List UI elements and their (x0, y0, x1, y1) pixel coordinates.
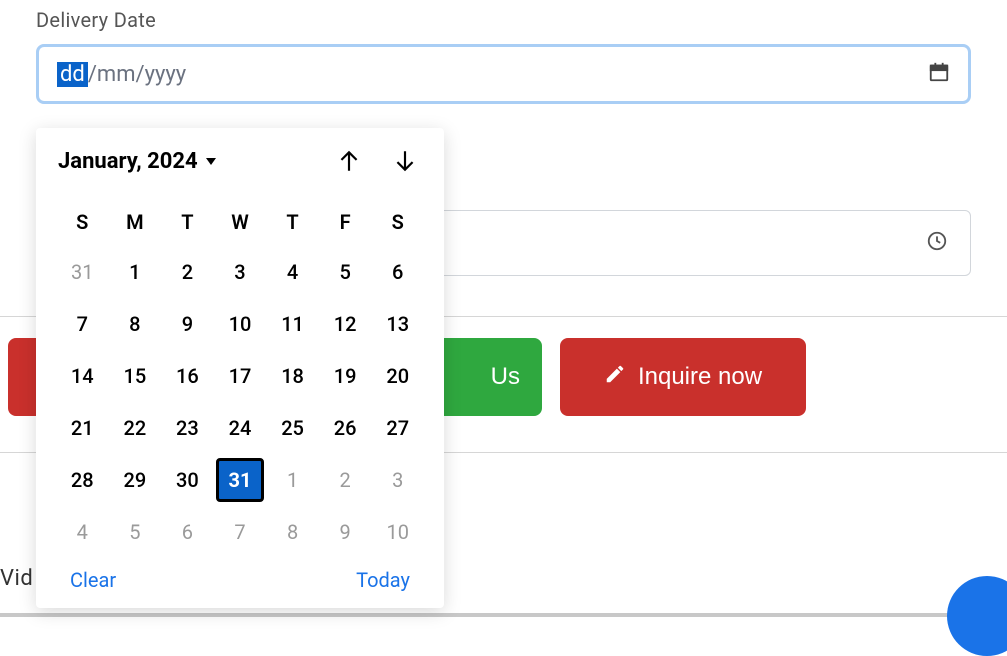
edit-icon (604, 363, 626, 392)
day-cell[interactable]: 28 (56, 454, 109, 506)
day-cell[interactable]: 25 (266, 402, 319, 454)
day-cell[interactable]: 31 (56, 246, 109, 298)
floating-action-button[interactable] (947, 576, 1007, 656)
day-cell[interactable]: 3 (371, 454, 424, 506)
day-cell[interactable]: 17 (214, 350, 267, 402)
day-cell[interactable]: 5 (319, 246, 372, 298)
day-cell[interactable]: 24 (214, 402, 267, 454)
day-cell[interactable]: 5 (109, 506, 162, 558)
day-cell[interactable]: 1 (109, 246, 162, 298)
day-cell[interactable]: 10 (214, 298, 267, 350)
day-cell[interactable]: 6 (161, 506, 214, 558)
today-button[interactable]: Today (356, 568, 410, 592)
inquire-now-button[interactable]: Inquire now (560, 338, 806, 416)
day-cell[interactable]: 30 (161, 454, 214, 506)
day-cell[interactable]: 11 (266, 298, 319, 350)
day-cell[interactable]: 19 (319, 350, 372, 402)
delivery-date-label: Delivery Date (36, 8, 971, 32)
day-cell[interactable]: 2 (319, 454, 372, 506)
clear-button[interactable]: Clear (70, 568, 116, 592)
day-cell[interactable]: 29 (109, 454, 162, 506)
day-cell[interactable]: 15 (109, 350, 162, 402)
day-cell[interactable]: 3 (214, 246, 267, 298)
day-cell[interactable]: 7 (56, 298, 109, 350)
delivery-date-input[interactable]: dd/mm/yyyy (36, 44, 971, 104)
next-month-button[interactable] (392, 148, 418, 174)
day-cell[interactable]: 8 (266, 506, 319, 558)
day-cell[interactable]: 26 (319, 402, 372, 454)
month-year-selector[interactable]: January, 2024 (58, 149, 216, 174)
day-cell[interactable]: 21 (56, 402, 109, 454)
day-cell[interactable]: 22 (109, 402, 162, 454)
calendar-icon[interactable] (928, 61, 950, 87)
clock-icon[interactable] (926, 230, 948, 256)
day-header: M (109, 204, 162, 240)
day-cell[interactable]: 23 (161, 402, 214, 454)
day-cell[interactable]: 20 (371, 350, 424, 402)
day-cell[interactable]: 9 (319, 506, 372, 558)
bottom-bar (0, 613, 1007, 617)
partial-heading: Vid (0, 566, 33, 591)
day-cell[interactable]: 4 (56, 506, 109, 558)
day-cell[interactable]: 6 (371, 246, 424, 298)
day-cell[interactable]: 12 (319, 298, 372, 350)
day-cell[interactable]: 1 (266, 454, 319, 506)
date-mm-segment[interactable]: mm (97, 62, 136, 87)
day-cell[interactable]: 27 (371, 402, 424, 454)
day-cell[interactable]: 2 (161, 246, 214, 298)
day-cell[interactable]: 7 (214, 506, 267, 558)
date-yyyy-segment[interactable]: yyyy (145, 62, 187, 87)
day-cell[interactable]: 9 (161, 298, 214, 350)
date-picker-popup: January, 2024 SMTWTFS 311234567891011121… (36, 128, 444, 608)
date-dd-segment[interactable]: dd (57, 62, 88, 87)
day-header: F (319, 204, 372, 240)
chevron-down-icon (206, 158, 216, 165)
day-cell[interactable]: 10 (371, 506, 424, 558)
day-header: S (371, 204, 424, 240)
day-cell[interactable]: 31 (214, 454, 267, 506)
day-header: S (56, 204, 109, 240)
day-header: T (161, 204, 214, 240)
date-input-text[interactable]: dd/mm/yyyy (57, 62, 928, 87)
day-cell[interactable]: 4 (266, 246, 319, 298)
day-cell[interactable]: 14 (56, 350, 109, 402)
prev-month-button[interactable] (336, 148, 362, 174)
day-cell[interactable]: 18 (266, 350, 319, 402)
day-header: T (266, 204, 319, 240)
day-cell[interactable]: 13 (371, 298, 424, 350)
day-cell[interactable]: 16 (161, 350, 214, 402)
day-cell[interactable]: 8 (109, 298, 162, 350)
day-header: W (214, 204, 267, 240)
